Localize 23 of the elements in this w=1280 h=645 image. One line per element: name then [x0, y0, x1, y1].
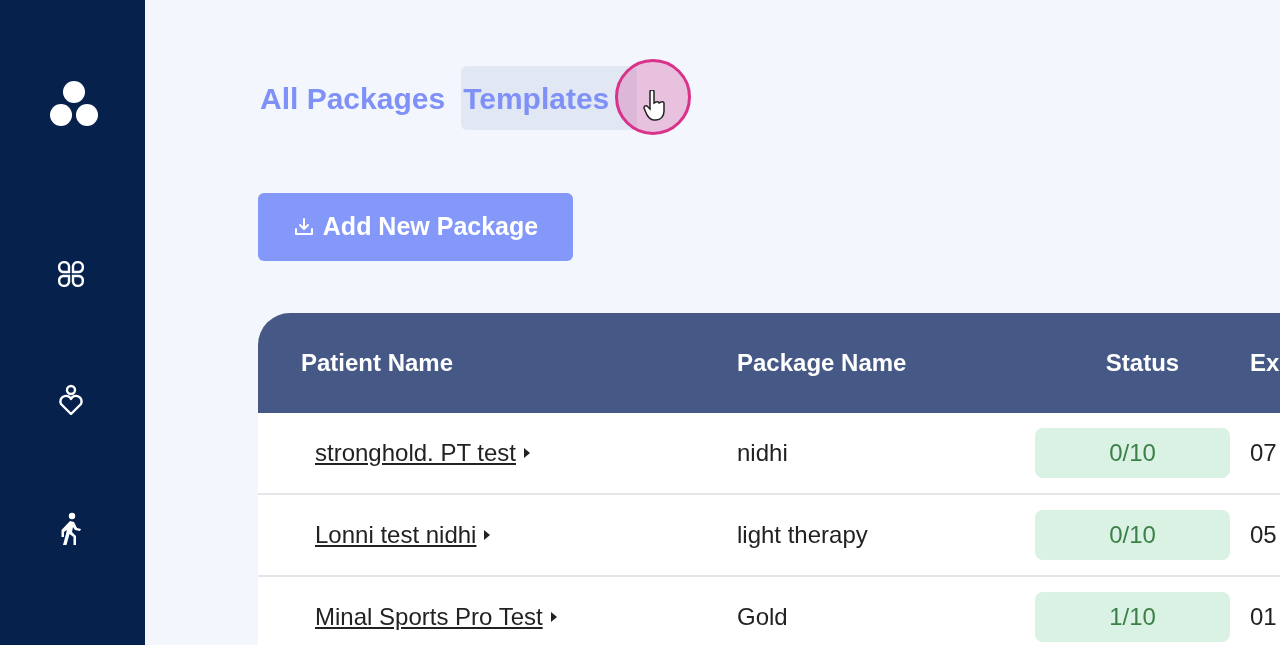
table-cell-text: nidhi [736, 438, 789, 468]
table-cell-text: Gold [736, 602, 789, 632]
caret-icon[interactable] [484, 530, 491, 540]
table-cell-text: 01 [1250, 602, 1277, 632]
patient-link[interactable]: stronghold. PT test [315, 435, 516, 471]
status-badge: 0/10 [1035, 510, 1230, 560]
logo-icon [48, 80, 100, 128]
column-header: Patient Name [300, 348, 455, 378]
pointer-hand-icon [643, 90, 667, 122]
caret-icon[interactable] [524, 448, 530, 458]
table-cell-text: light therapy [736, 520, 869, 550]
download-icon [292, 216, 315, 238]
table-cell-text: 05 [1250, 520, 1277, 550]
table-cell-text: 07 [1250, 438, 1277, 468]
status-badge: 0/10 [1035, 428, 1230, 478]
column-header: Package Name [736, 348, 908, 378]
status-badge: 1/10 [1035, 592, 1230, 642]
person-heart-icon[interactable] [56, 384, 85, 418]
caret-icon[interactable] [550, 612, 557, 622]
column-header: Status [1104, 348, 1181, 378]
patient-link[interactable]: Lonni test nidhi [315, 517, 477, 553]
patient-link[interactable]: Minal Sports Pro Test [315, 599, 543, 635]
column-header: Ex [1250, 348, 1280, 378]
